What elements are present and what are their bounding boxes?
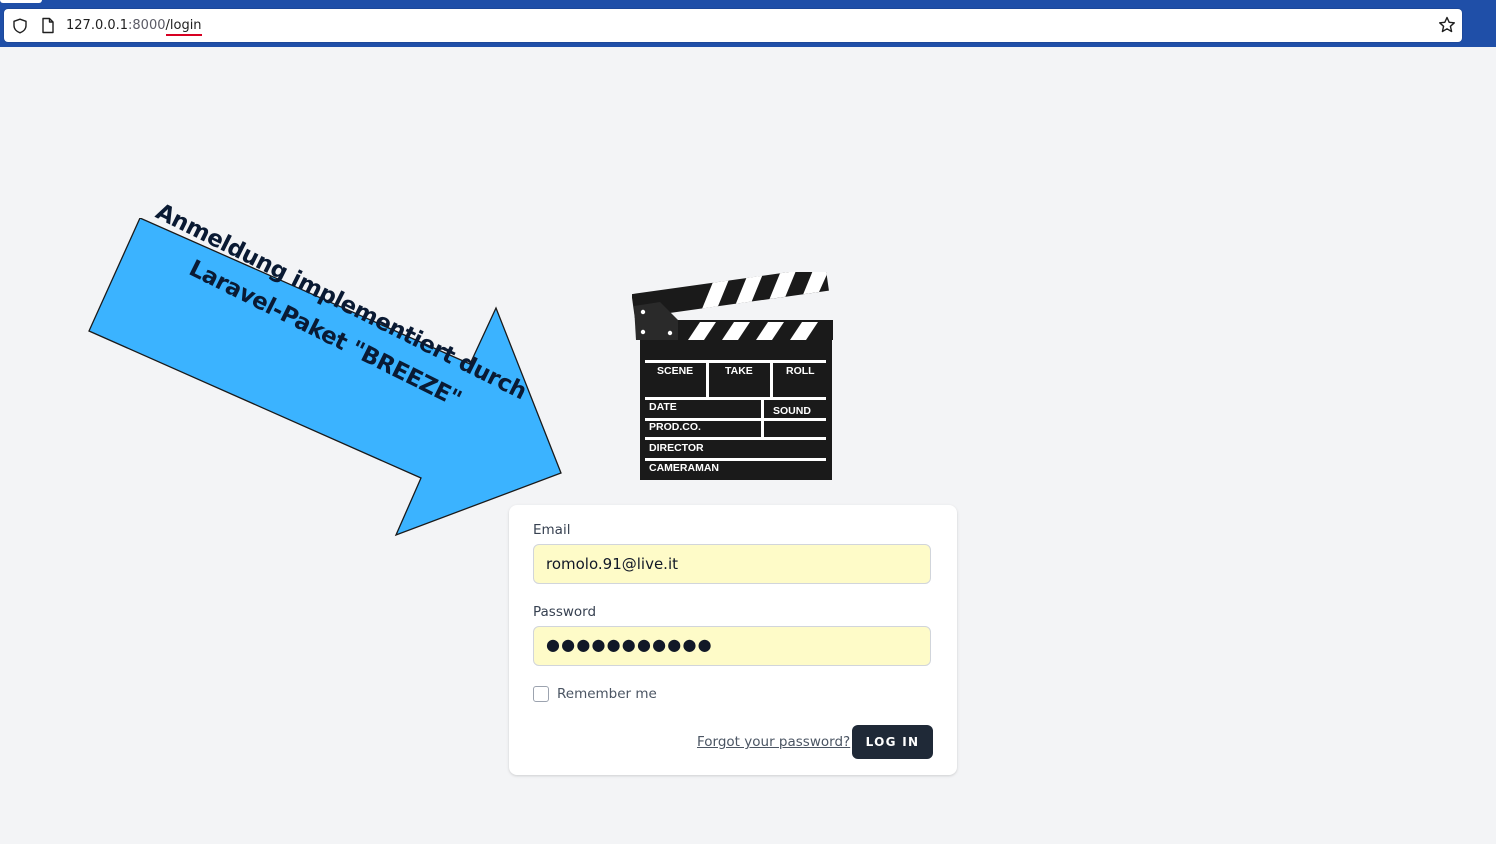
url-port: :8000 xyxy=(128,18,166,33)
password-value: ●●●●●●●●●●● xyxy=(546,635,713,654)
page-icon[interactable] xyxy=(40,17,56,34)
address-bar[interactable]: 127.0.0.1:8000/login xyxy=(4,9,1462,42)
remember-label[interactable]: Remember me xyxy=(557,686,657,702)
active-tab-indicator xyxy=(0,0,42,3)
login-card: Email romolo.91@live.it Password ●●●●●●●… xyxy=(509,505,957,775)
clapper-label-director: DIRECTOR xyxy=(649,442,704,454)
email-field[interactable]: romolo.91@live.it xyxy=(533,544,931,584)
url-text[interactable]: 127.0.0.1:8000/login xyxy=(66,18,202,36)
clapper-label-take: TAKE xyxy=(725,365,753,377)
email-label: Email xyxy=(533,522,571,538)
forgot-password-link[interactable]: Forgot your password? xyxy=(697,734,850,750)
password-field[interactable]: ●●●●●●●●●●● xyxy=(533,626,931,666)
remember-checkbox[interactable] xyxy=(533,686,549,702)
clapperboard-icon: SCENE TAKE ROLL DATE SOUND PROD.CO. DIRE… xyxy=(632,272,833,480)
shield-icon[interactable] xyxy=(12,18,28,34)
star-icon[interactable] xyxy=(1438,16,1456,34)
password-label: Password xyxy=(533,604,597,620)
clapper-label-sound: SOUND xyxy=(773,405,811,417)
url-path: /login xyxy=(165,18,202,36)
clapper-label-date: DATE xyxy=(649,401,677,413)
url-host: 127.0.0.1 xyxy=(66,18,129,33)
clapper-label-prodco: PROD.CO. xyxy=(649,421,701,433)
login-button[interactable]: LOG IN xyxy=(852,725,933,759)
email-value: romolo.91@live.it xyxy=(546,555,678,573)
clapper-label-roll: ROLL xyxy=(786,365,815,377)
clapper-label-scene: SCENE xyxy=(657,365,693,377)
clapper-label-cameraman: CAMERAMAN xyxy=(649,462,719,474)
browser-toolbar: 127.0.0.1:8000/login xyxy=(0,0,1496,47)
